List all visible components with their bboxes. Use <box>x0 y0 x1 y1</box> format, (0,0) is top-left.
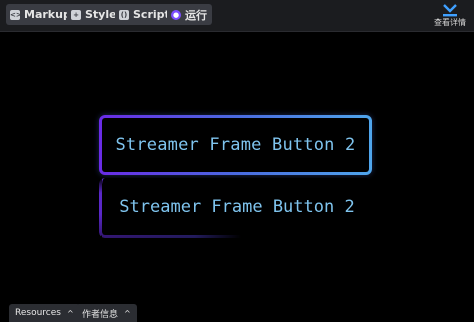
top-toolbar: <> Markup + Style () Script ● 运行 查看详情 <box>0 0 474 32</box>
tab-script[interactable]: () Script <box>115 4 175 25</box>
tab-style-label: Style <box>85 8 117 21</box>
author-info-label: 作者信息 <box>82 309 119 320</box>
author-info-tab[interactable]: 作者信息 ^ <box>76 304 137 322</box>
run-icon: ● <box>171 9 181 20</box>
resources-label: Resources <box>15 308 61 318</box>
tab-style[interactable]: + Style <box>67 4 122 25</box>
resources-tab[interactable]: Resources ^ <box>9 304 80 322</box>
chevron-up-icon: ^ <box>66 308 74 318</box>
reflection-label: Streamer Frame Button 2 <box>119 196 355 217</box>
tab-script-label: Script <box>133 8 170 21</box>
script-icon: () <box>119 9 129 20</box>
view-details-label: 查看详情 <box>434 18 466 27</box>
button-reflection: Streamer Frame Button 2 <box>99 177 372 238</box>
chevron-up-icon: ^ <box>124 308 131 318</box>
streamer-frame-button[interactable]: Streamer Frame Button 2 <box>99 115 372 175</box>
download-check-icon <box>443 4 457 17</box>
tab-markup-label: Markup <box>24 8 71 21</box>
run-button-label: 运行 <box>185 8 207 22</box>
tab-markup[interactable]: <> Markup <box>6 4 76 25</box>
view-details-button[interactable]: 查看详情 <box>434 3 466 29</box>
run-button[interactable]: ● 运行 <box>167 4 212 25</box>
code-icon: <> <box>10 9 22 20</box>
plus-square-icon: + <box>71 9 81 20</box>
button-label: Streamer Frame Button 2 <box>115 135 356 155</box>
